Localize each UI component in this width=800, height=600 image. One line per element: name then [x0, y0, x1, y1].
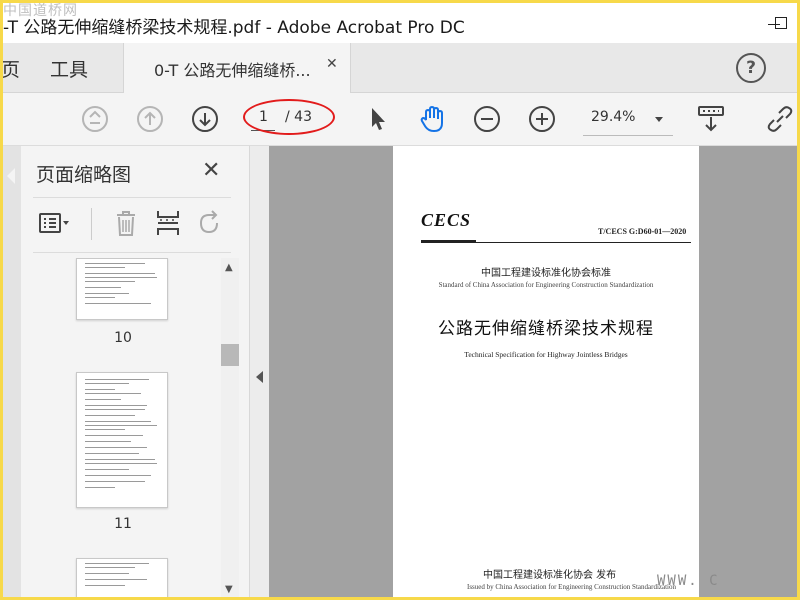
close-panel-icon[interactable]: ✕ [202, 158, 220, 183]
page-thumbnail-10[interactable] [76, 258, 168, 320]
page-thumbnail-12[interactable] [76, 558, 168, 597]
standard-code: T/CECS G:D60-01—2020 [598, 227, 687, 236]
chevron-down-icon [655, 117, 663, 122]
help-icon[interactable]: ? [736, 53, 766, 83]
scroll-down-icon[interactable]: ▼ [225, 584, 233, 595]
collapse-panel-icon[interactable] [256, 371, 263, 383]
thumbnail-page-number: 10 [114, 330, 132, 346]
title-bar: -T 公路无伸缩缝桥梁技术规程.pdf - Adobe Acrobat Pro … [3, 3, 797, 43]
scroll-mode-icon[interactable] [695, 103, 727, 135]
header-rule [421, 242, 691, 243]
org-title-cn: 中国工程建设标准化协会标准 [481, 268, 611, 279]
previous-page-icon[interactable] [134, 103, 166, 135]
thumbnail-page-number: 11 [114, 516, 132, 532]
delete-page-icon[interactable] [109, 208, 143, 238]
zoom-value: 29.4% [591, 109, 636, 125]
panel-splitter[interactable] [249, 146, 270, 597]
site-watermark: 中国道桥网 [3, 3, 78, 19]
next-page-icon[interactable] [189, 103, 221, 135]
org-title-en: Standard of China Association for Engine… [438, 281, 654, 289]
panel-indicator [7, 168, 15, 184]
zoom-in-icon[interactable] [526, 103, 558, 135]
cecs-logo: CECS [421, 210, 472, 230]
document-viewer[interactable]: CECS T/CECS G:D60-01—2020 中国工程建设标准化协会标准 … [269, 146, 797, 597]
maximize-button[interactable] [773, 11, 797, 35]
document-title-cn: 公路无伸缩缝桥梁技术规程 [438, 319, 654, 339]
panel-toolbar [33, 204, 233, 246]
tab-bar: 页 工具 0-T 公路无伸缩缝桥... ✕ ? [3, 43, 797, 93]
tab-document[interactable]: 0-T 公路无伸缩缝桥... ✕ [123, 43, 351, 93]
annotation-highlight-ellipse [243, 99, 335, 135]
page-thumbnails-panel: 页面缩略图 ✕ 10 11 ▲ ▼ [3, 146, 249, 597]
site-watermark-bottom: WWW. C [657, 573, 720, 589]
divider [33, 197, 231, 198]
toolbar-divider [91, 208, 92, 240]
link-icon[interactable] [764, 103, 796, 135]
extract-pages-icon[interactable] [151, 208, 185, 238]
zoom-out-icon[interactable] [471, 103, 503, 135]
panel-title: 页面缩略图 [36, 164, 132, 186]
select-arrow-icon[interactable] [361, 103, 393, 135]
divider [33, 252, 231, 253]
thumbnail-options-icon[interactable] [37, 208, 71, 238]
document-title-en: Technical Specification for Highway Join… [464, 350, 628, 359]
tab-document-label: 0-T 公路无伸缩缝桥... [154, 61, 311, 80]
thumbnail-scrollbar[interactable]: ▲ ▼ [221, 258, 239, 597]
hand-tool-icon[interactable] [416, 103, 448, 135]
rotate-page-icon[interactable] [193, 208, 227, 238]
zoom-dropdown[interactable]: 29.4% [583, 103, 673, 136]
tab-home[interactable]: 页 [3, 55, 20, 82]
issuer-cn: 中国工程建设标准化协会 发布 [483, 570, 617, 581]
thumbnail-list: 10 11 [33, 258, 219, 597]
issuer-en: Issued by China Association for Engineer… [467, 583, 676, 591]
acrobat-window: -T 公路无伸缩缝桥梁技术规程.pdf - Adobe Acrobat Pro … [3, 3, 797, 597]
page-thumbnail-11[interactable] [76, 372, 168, 508]
scrollbar-thumb[interactable] [221, 344, 239, 366]
tab-tools[interactable]: 工具 [50, 55, 88, 82]
pdf-page: CECS T/CECS G:D60-01—2020 中国工程建设标准化协会标准 … [393, 146, 699, 597]
close-tab-icon[interactable]: ✕ [326, 56, 338, 72]
viewer-background [699, 146, 797, 597]
panel-edge [3, 146, 21, 597]
scroll-up-icon[interactable]: ▲ [225, 262, 233, 273]
main-toolbar: 1 / 43 29.4% [3, 93, 797, 146]
first-page-icon[interactable] [79, 103, 111, 135]
